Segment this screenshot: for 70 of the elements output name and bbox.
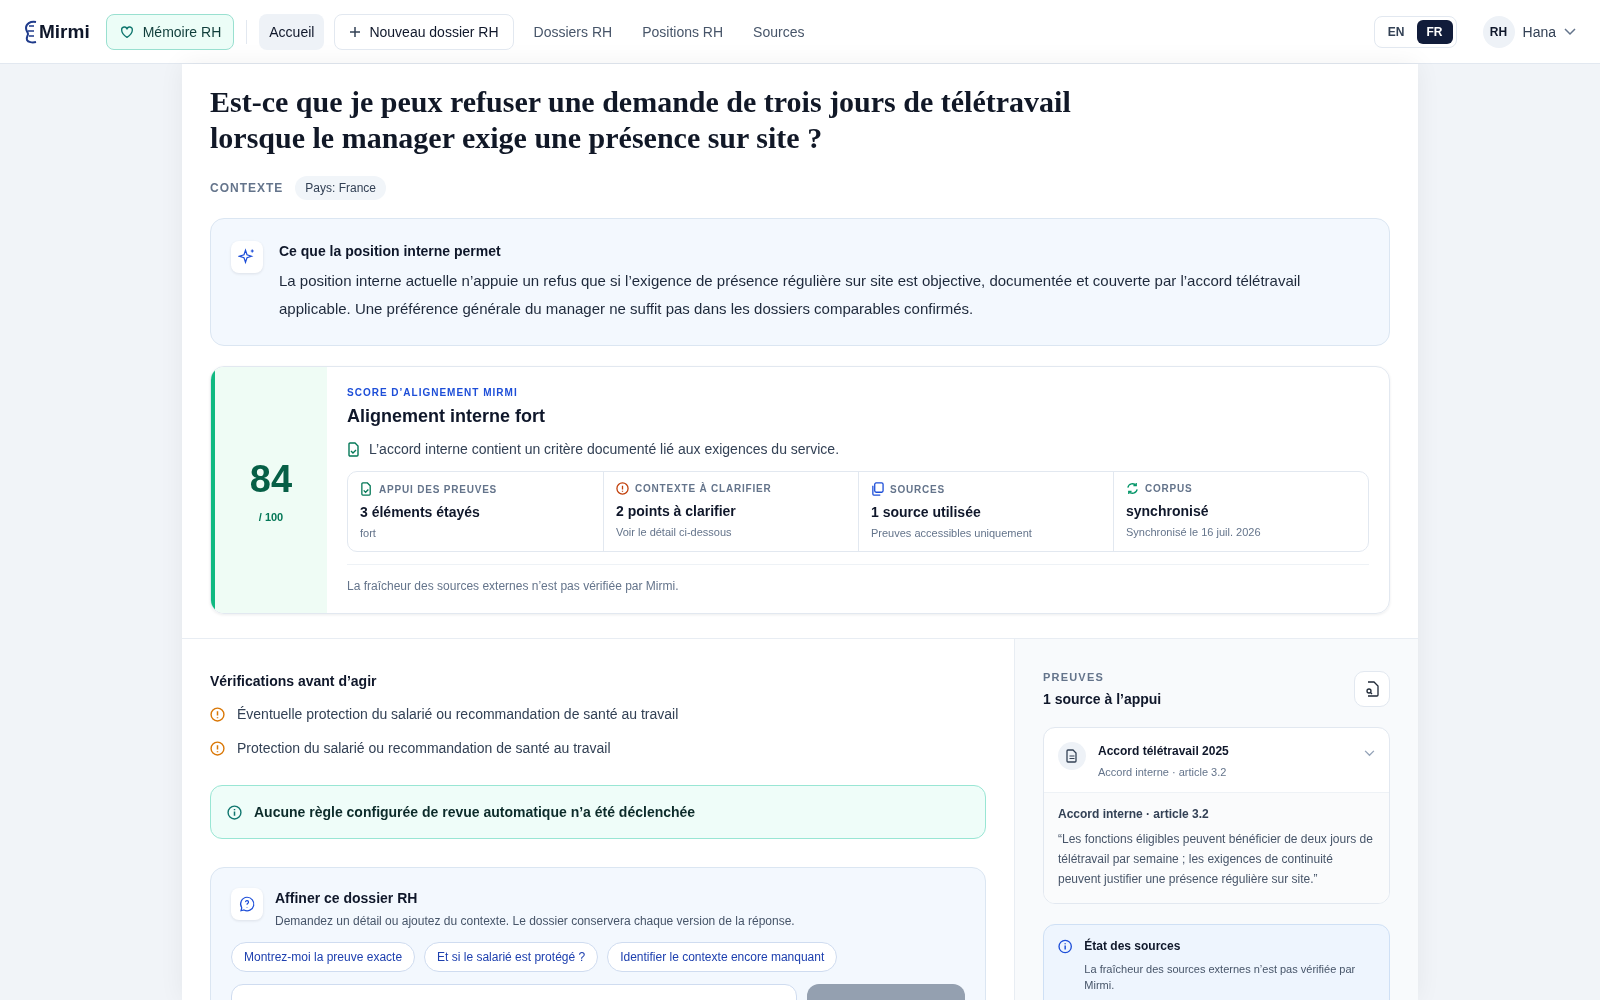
notice-text: Aucune règle configurée de revue automatique n’a été déclenchée [254,804,696,820]
suggestion-chip[interactable]: Montrez-moi la preuve exacte [231,942,416,972]
copy-icon [871,482,884,496]
metric-value: synchronisé [1126,503,1210,519]
sparkle-icon [231,241,263,273]
summary-title: Ce que la position interne permet [279,243,502,259]
score-note: L’accord interne contient un critère documenté lié aux exigences du service. [369,441,840,457]
nav-tab[interactable]: Dossiers RH [523,13,623,50]
metric-label: CONTEXTE À CLARIFIER [635,483,772,494]
score-value: 84 [249,457,293,501]
user-name[interactable]: Hana [1522,23,1556,40]
document-icon [1058,742,1086,770]
memory-badge[interactable]: Mémoire RH [105,13,235,50]
file-search-button[interactable] [1354,671,1390,707]
user-avatar[interactable]: RH [1482,15,1515,48]
metric-detail: fort [360,527,377,539]
refine-title: Affiner ce dossier RH [275,890,419,906]
logo-text[interactable]: Mirmi [39,20,90,43]
metric-detail: Preuves accessibles uniquement [871,527,1033,539]
check-item: Éventuelle protection du salarié ou recommandation de santé au travail [237,706,679,722]
source-title: Accord télétravail 2025 [1098,744,1230,758]
suggestion-chip[interactable]: Et si le salarié est protégé ? [424,942,599,972]
status-text: La fraîcheur des sources externes n’est pas vérifiée par Mirmi. [1084,962,1357,993]
question-bubble-icon [231,888,263,920]
metric-detail: Synchronisé le 16 juil. 2026 [1126,526,1262,538]
status-title: État des sources [1084,939,1182,953]
metric-value: 1 source utilisée [871,504,982,520]
metric-label: CORPUS [1145,483,1193,494]
check-item: Protection du salarié ou recommandation de santé au travail [237,740,611,756]
info-icon [227,804,242,820]
nav-tab[interactable]: Sources [743,13,815,50]
metric-label: SOURCES [890,483,946,495]
chevron-icon [1364,750,1375,757]
evidence-eyebrow: PREUVES [1043,671,1105,683]
document-icon [347,441,361,457]
refine-text: Demandez un détail ou ajoutez du contexte. Le dossier conservera chaque version de la réponse. [275,914,795,928]
question-title: Est-ce que je peux refuser une demande de trois jours de télétravail lorsque le manager exige une présence sur site ? [210,84,1072,156]
refresh-icon [1126,482,1139,495]
brain-icon [24,19,38,44]
metric-label: APPUI DES PREUVES [379,483,498,495]
alert-icon [210,740,225,756]
score-title: Alignement interne fort [347,406,546,427]
file-search-icon [1364,681,1380,697]
context-label: CONTEXTE [210,181,284,195]
summary-text: La position interne actuelle n’appuie un refus que si l’exigence de présence régulière sur site est objective, documentée et couverte par l’accord télétravail applicable. Une préférence générale du manager ne suffit pas dans les dossiers comparables confirmés. [279,271,1302,319]
chevron-down-icon[interactable] [1564,27,1576,36]
evidence-title: 1 source à l’appui [1043,691,1162,707]
metric-detail: Voir le détail ci-dessous [616,526,733,538]
document-check-icon [360,482,373,496]
score-footer: La fraîcheur des sources externes n’est pas vérifiée par Mirmi. [347,564,1369,593]
nav-tab[interactable]: Accueil [259,13,325,50]
excerpt-title: Accord interne · article 3.2 [1058,807,1210,821]
nav-tab[interactable]: Positions RH [632,13,734,50]
score-scale: / 100 [258,510,284,523]
metric-value: 3 éléments étayés [360,504,481,520]
suggestion-chip[interactable]: Identifier le contexte encore manquant [607,942,838,972]
info-icon [1058,939,1073,954]
alert-icon [616,482,629,495]
context-tag: Pays: France [295,176,387,200]
new-file-button[interactable]: Nouveau dossier RH [334,13,514,50]
heart-icon [118,23,135,40]
metric-value: 2 points à clarifier [616,503,737,519]
plus-icon [349,25,362,38]
checks-title: Vérifications avant d’agir [210,673,378,689]
source-quote: “Les fonctions éligibles peuvent bénéficier de deux jours de télétravail par semaine ; les exigences de continuité peuvent justifier une présence régulière sur site.” [1058,831,1374,888]
language-option[interactable]: EN [1377,19,1415,44]
language-option[interactable]: FR [1416,19,1453,44]
score-eyebrow: SCORE D’ALIGNEMENT MIRMI [347,387,519,398]
alert-icon [210,706,225,722]
source-subtitle: Accord interne · article 3.2 [1098,766,1228,778]
